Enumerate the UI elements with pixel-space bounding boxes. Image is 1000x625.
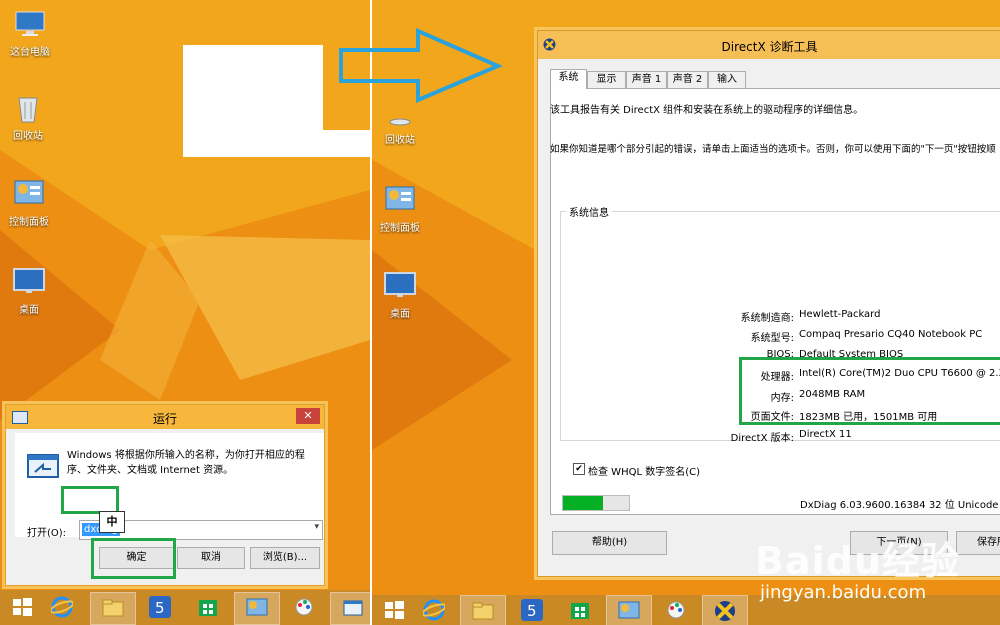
desktop-icon-control-panel[interactable]: 控制面板 [372,184,435,234]
dxdiag-version: DxDiag 6.03.9600.16384 32 位 Unicode Cop [800,500,1000,511]
run-dialog-body: Windows 将根据你所输入的名称，为你打开相应的程序、文件夹、文档或 Int… [15,433,324,540]
left-screenshot: 这台电脑 回收站 控制面板 桌面 运行 ✕ Windows 将根据你所输入的名称… [0,0,370,625]
ime-indicator: 中 [99,511,125,533]
watermark-logo: Baidu经验 [755,539,960,583]
desktop-icon [384,270,416,302]
taskbar-ie[interactable] [40,592,84,623]
arrow-right-icon [339,28,503,103]
save-info-button[interactable]: 保存所 [956,531,1000,555]
taskbar-explorer[interactable] [460,595,506,625]
taskbar-ie[interactable] [412,595,456,625]
desktop-icon-desktop[interactable]: 桌面 [0,266,64,316]
taskbar-app-5[interactable]: 5 [138,592,182,623]
cancel-button[interactable]: 取消 [177,547,245,569]
desktop-icon-computer[interactable]: 这台电脑 [0,8,65,58]
control-panel-icon [246,598,268,616]
taskbar-app-5[interactable]: 5 [510,595,554,625]
internet-explorer-icon [423,599,445,621]
svg-text:5: 5 [155,599,165,617]
recycle-bin-icon [12,92,44,124]
start-button[interactable] [372,595,416,625]
control-panel-icon [13,178,45,210]
open-label: 打开(O): [27,528,67,539]
control-panel-icon [618,601,640,619]
run-dialog-title: 运行 [152,412,177,426]
whql-checkbox[interactable]: ✔ [573,463,585,475]
computer-icon [14,8,46,40]
taskbar-control-panel[interactable] [234,592,280,625]
recycle-bin-icon [384,110,416,128]
taskbar-explorer[interactable] [90,592,136,625]
tab-sound-1[interactable]: 声音 1 [626,71,667,88]
taskbar-control-panel[interactable] [606,595,652,625]
app-5-icon: 5 [521,599,543,621]
paint-icon [295,598,313,616]
dxdiag-title: DirectX 诊断工具 [721,40,818,54]
svg-text:5: 5 [527,602,537,620]
directx-icon [715,601,735,621]
run-icon [27,454,59,478]
watermark-url: jingyan.baidu.com [760,582,927,603]
internet-explorer-icon [51,596,73,618]
taskbar-run[interactable] [330,592,370,625]
app-5-icon: 5 [149,596,171,618]
taskbar-dxdiag[interactable] [702,595,748,625]
dxdiag-window: DirectX 诊断工具 系统 显示 声音 1 声音 2 输入 该工具报告有关 … [537,30,1000,577]
store-icon [571,603,589,619]
start-button[interactable] [0,592,44,623]
taskbar-paint[interactable] [282,592,326,623]
taskbar-paint[interactable] [654,595,698,625]
tab-display[interactable]: 显示 [587,71,626,88]
progress-bar [562,495,630,511]
tab-system[interactable]: 系统 [550,69,587,89]
desktop-icon [13,266,45,298]
chevron-down-icon[interactable]: ▾ [314,522,319,532]
run-icon [343,600,363,616]
taskbar-left: 5 [0,590,370,625]
close-button[interactable]: ✕ [296,408,320,424]
folder-icon [472,602,494,620]
store-icon [199,600,217,616]
folder-icon [102,599,124,617]
system-info-label: 系统信息 [566,204,612,219]
redaction-box [715,216,1000,306]
desktop-icon-control-panel[interactable]: 控制面板 [0,178,64,228]
highlight-ok-box [91,538,176,579]
highlight-hardware-box [739,357,1000,425]
highlight-input-box [61,486,119,514]
control-panel-icon [384,184,416,216]
dxdiag-titlebar[interactable]: DirectX 诊断工具 [538,31,1000,59]
dxdiag-intro-2: 如果你知道是哪个部分引起的错误，请单击上面适当的选项卡。否则，你可以使用下面的"… [550,144,996,155]
redaction-box [183,45,323,157]
taskbar-store[interactable] [186,592,230,623]
paint-icon [667,601,685,619]
run-description: Windows 将根据你所输入的名称，为你打开相应的程序、文件夹、文档或 Int… [67,450,305,476]
tab-input[interactable]: 输入 [708,71,746,88]
help-button[interactable]: 帮助(H) [552,531,667,555]
windows-logo-icon [13,598,32,616]
windows-logo-icon [385,601,404,619]
desktop-icon-recycle-bin[interactable]: 回收站 [372,110,435,146]
whql-label[interactable]: 检查 WHQL 数字签名(C) [588,463,700,478]
desktop-icon-recycle-bin[interactable]: 回收站 [0,92,63,142]
dxdiag-intro: 该工具报告有关 DirectX 组件和安装在系统上的驱动程序的详细信息。 [550,105,864,116]
progress-fill [563,496,603,510]
run-dialog-titlebar[interactable]: 运行 ✕ [6,405,324,429]
desktop-icon-desktop[interactable]: 桌面 [372,270,435,320]
redaction-box [320,130,370,157]
browse-button[interactable]: 浏览(B)... [250,547,320,569]
taskbar-store[interactable] [558,595,602,625]
tab-sound-2[interactable]: 声音 2 [667,71,708,88]
